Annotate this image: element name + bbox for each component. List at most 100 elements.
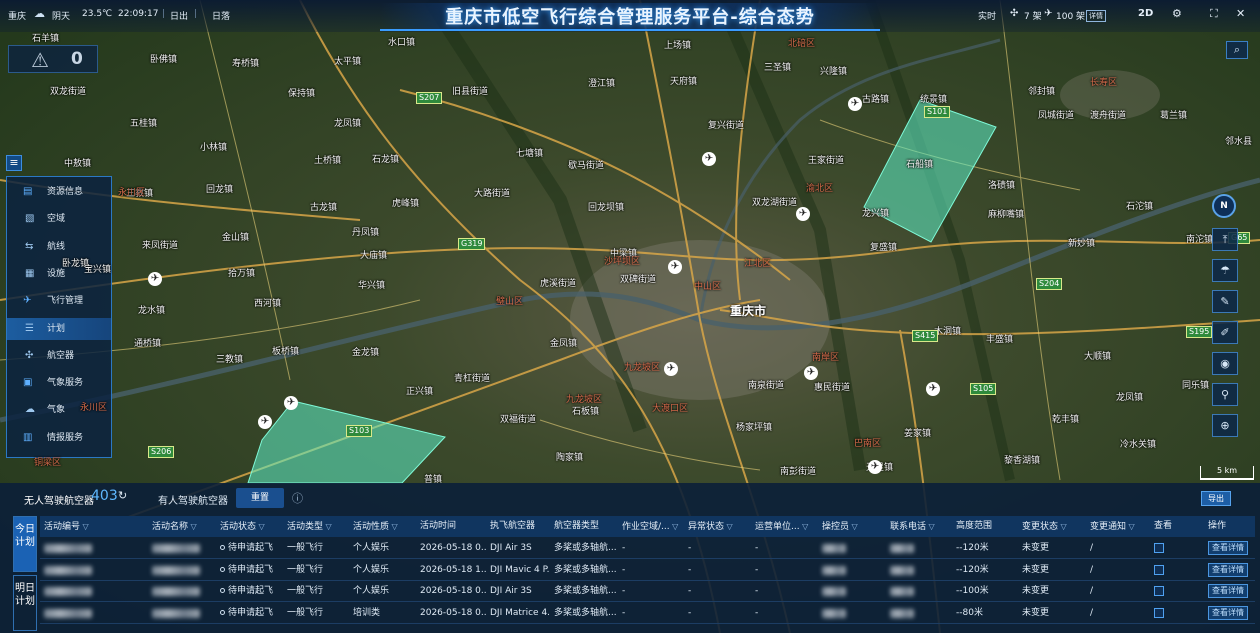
filter-icon[interactable]: ▽ <box>256 522 265 531</box>
filter-icon[interactable]: ▽ <box>389 522 398 531</box>
filter-icon[interactable]: ▽ <box>724 522 733 531</box>
zoom-in-icon[interactable]: ⊕ <box>1212 414 1238 437</box>
column-header[interactable]: 联系电话 ▽ <box>886 516 952 537</box>
weather-service-icon: ▣ <box>23 377 33 389</box>
locate-icon[interactable]: ◉ <box>1212 352 1238 375</box>
tab-uav[interactable]: 无人驾驶航空器 <box>24 492 94 507</box>
view-detail-button[interactable]: 查看详情 <box>1208 562 1248 577</box>
filter-icon[interactable]: ▽ <box>800 522 808 531</box>
airport-marker-icon[interactable]: ✈ <box>796 207 810 221</box>
column-header[interactable]: 操控员 ▽ <box>818 516 886 537</box>
filter-icon[interactable]: ▽ <box>670 522 678 531</box>
settings-icon[interactable]: ⚙ <box>1172 7 1182 20</box>
airport-marker-icon[interactable]: ✈ <box>284 396 298 410</box>
tab-manned[interactable]: 有人驾驶航空器 <box>158 492 228 507</box>
view-checkbox[interactable] <box>1154 586 1164 596</box>
filter-icon[interactable]: ▽ <box>1058 522 1067 531</box>
sidebar-item-1[interactable]: ▧ 空域 <box>7 208 111 230</box>
view-detail-button[interactable]: 查看详情 <box>1208 541 1248 555</box>
filter-icon[interactable]: ▽ <box>323 522 332 531</box>
table-row[interactable]: 待申请起飞 一般飞行 个人娱乐 2026-05-18 0... DJI Air 3S 多桨… <box>40 538 1255 559</box>
sidebar-item-label: 计划 <box>47 323 66 334</box>
view-checkbox[interactable] <box>1154 543 1164 553</box>
map-place-label: 沙坪坝区 <box>604 257 641 267</box>
cell-value: 多桨或多轴航... <box>554 543 617 553</box>
sidebar-item-0[interactable]: ▤ 资源信息 <box>7 181 111 203</box>
map-place-label: 石羊镇 <box>32 34 60 44</box>
header-detail-button[interactable]: 详情 <box>1086 10 1106 22</box>
view-detail-button[interactable]: 查看详情 <box>1208 584 1248 598</box>
column-header[interactable]: 活动时间 <box>416 516 486 537</box>
map-place-label: 双福街道 <box>500 415 537 425</box>
sidebar-item-7[interactable]: ▣ 气象服务 <box>7 372 111 394</box>
alert-counter[interactable]: ⚠ 0 <box>8 45 98 73</box>
column-header-label: 活动时间 <box>420 521 457 531</box>
table-row[interactable]: 待申请起飞 一般飞行 个人娱乐 2026-05-18 1... DJI Mavic 4 … <box>40 560 1255 581</box>
airport-marker-icon[interactable]: ✈ <box>668 260 682 274</box>
column-header[interactable]: 活动编号 ▽ <box>40 516 148 537</box>
airport-marker-icon[interactable]: ✈ <box>804 366 818 380</box>
realtime-toggle[interactable]: 实时 <box>978 9 996 22</box>
column-header[interactable]: 异常状态 ▽ <box>684 516 751 537</box>
refresh-icon[interactable]: ↻ <box>118 489 127 502</box>
measure-icon[interactable]: ⤒ <box>1212 228 1238 251</box>
view-mode-toggle[interactable]: 2D <box>1138 8 1153 19</box>
sidebar-item-5[interactable]: ☰ 计划 <box>7 317 111 340</box>
column-header[interactable]: 活动类型 ▽ <box>283 516 349 537</box>
filter-icon[interactable]: ▽ <box>849 522 858 531</box>
airport-marker-icon[interactable]: ✈ <box>868 460 882 474</box>
action-cell: 查看详情 <box>1204 560 1255 581</box>
draw-icon[interactable]: ✎ <box>1212 290 1238 313</box>
column-header[interactable]: 执飞航空器 <box>486 516 550 537</box>
info-icon[interactable]: ⓘ <box>292 490 303 506</box>
table-row[interactable]: 待申请起飞 一般飞行 个人娱乐 2026-05-18 0... DJI Air 3S 多桨… <box>40 581 1255 602</box>
airport-marker-icon[interactable]: ✈ <box>848 97 862 111</box>
column-header[interactable]: 高度范围 <box>952 516 1018 537</box>
redacted-cell <box>818 538 886 559</box>
column-header[interactable]: 活动名称 ▽ <box>148 516 216 537</box>
export-button[interactable]: 导出 <box>1201 491 1231 506</box>
pin-icon[interactable]: ⚲ <box>1212 383 1238 406</box>
column-header-label: 作业空域/... <box>622 522 670 532</box>
column-header[interactable]: 活动性质 ▽ <box>349 516 416 537</box>
airport-marker-icon[interactable]: ✈ <box>258 415 272 429</box>
column-header[interactable]: 变更状态 ▽ <box>1018 516 1086 537</box>
table-row[interactable]: 待申请起飞 一般飞行 培训类 2026-05-18 0... DJI Matrice 4… <box>40 603 1255 624</box>
column-header[interactable]: 运营单位... ▽ <box>751 516 818 537</box>
sidebar-item-4[interactable]: ✈ 飞行管理 <box>7 290 111 312</box>
sidebar-item-9[interactable]: ▥ 情报服务 <box>7 427 111 449</box>
column-header[interactable]: 航空器类型 <box>550 516 618 537</box>
airport-marker-icon[interactable]: ✈ <box>148 272 162 286</box>
view-detail-button[interactable]: 查看详情 <box>1208 605 1248 620</box>
compass-icon[interactable]: N <box>1212 194 1236 218</box>
view-checkbox[interactable] <box>1154 607 1164 618</box>
tab-today-plan[interactable]: 今日计划 <box>13 516 37 572</box>
filter-icon[interactable]: ▽ <box>188 522 197 531</box>
column-header[interactable]: 操作 <box>1204 516 1255 537</box>
redacted-cell <box>818 560 886 581</box>
filter-icon[interactable]: ▽ <box>1126 522 1135 531</box>
tab-tomorrow-plan[interactable]: 明日计划 <box>13 575 37 631</box>
column-header[interactable]: 活动状态 ▽ <box>216 516 283 537</box>
weather-icon[interactable]: ☂ <box>1212 259 1238 282</box>
map-place-label: 渝北区 <box>806 184 834 194</box>
close-icon[interactable]: ✕ <box>1236 7 1245 20</box>
filter-icon[interactable]: ▽ <box>80 522 89 531</box>
column-header[interactable]: 作业空域/... ▽ <box>618 516 684 537</box>
view-checkbox[interactable] <box>1154 564 1164 575</box>
fullscreen-icon[interactable]: ⛶ <box>1210 7 1218 21</box>
sidebar-item-6[interactable]: ✣ 航空器 <box>7 345 111 367</box>
airport-marker-icon[interactable]: ✈ <box>664 362 678 376</box>
reset-button[interactable]: 重置 <box>236 488 284 508</box>
column-header[interactable]: 变更通知 ▽ <box>1086 516 1150 537</box>
map-search-icon[interactable]: ⌕ <box>1226 41 1248 59</box>
filter-icon[interactable]: ▽ <box>926 522 935 531</box>
menu-toggle-icon[interactable]: ≡ <box>6 155 22 171</box>
pen-icon[interactable]: ✐ <box>1212 321 1238 344</box>
airport-marker-icon[interactable]: ✈ <box>926 382 940 396</box>
sidebar-item-2[interactable]: ⇆ 航线 <box>7 236 111 258</box>
column-header[interactable]: 查看 <box>1150 516 1204 537</box>
airport-marker-icon[interactable]: ✈ <box>702 152 716 166</box>
map-place-label: 永川区 <box>118 188 146 198</box>
cell-model: 多桨或多轴航... <box>550 581 618 602</box>
